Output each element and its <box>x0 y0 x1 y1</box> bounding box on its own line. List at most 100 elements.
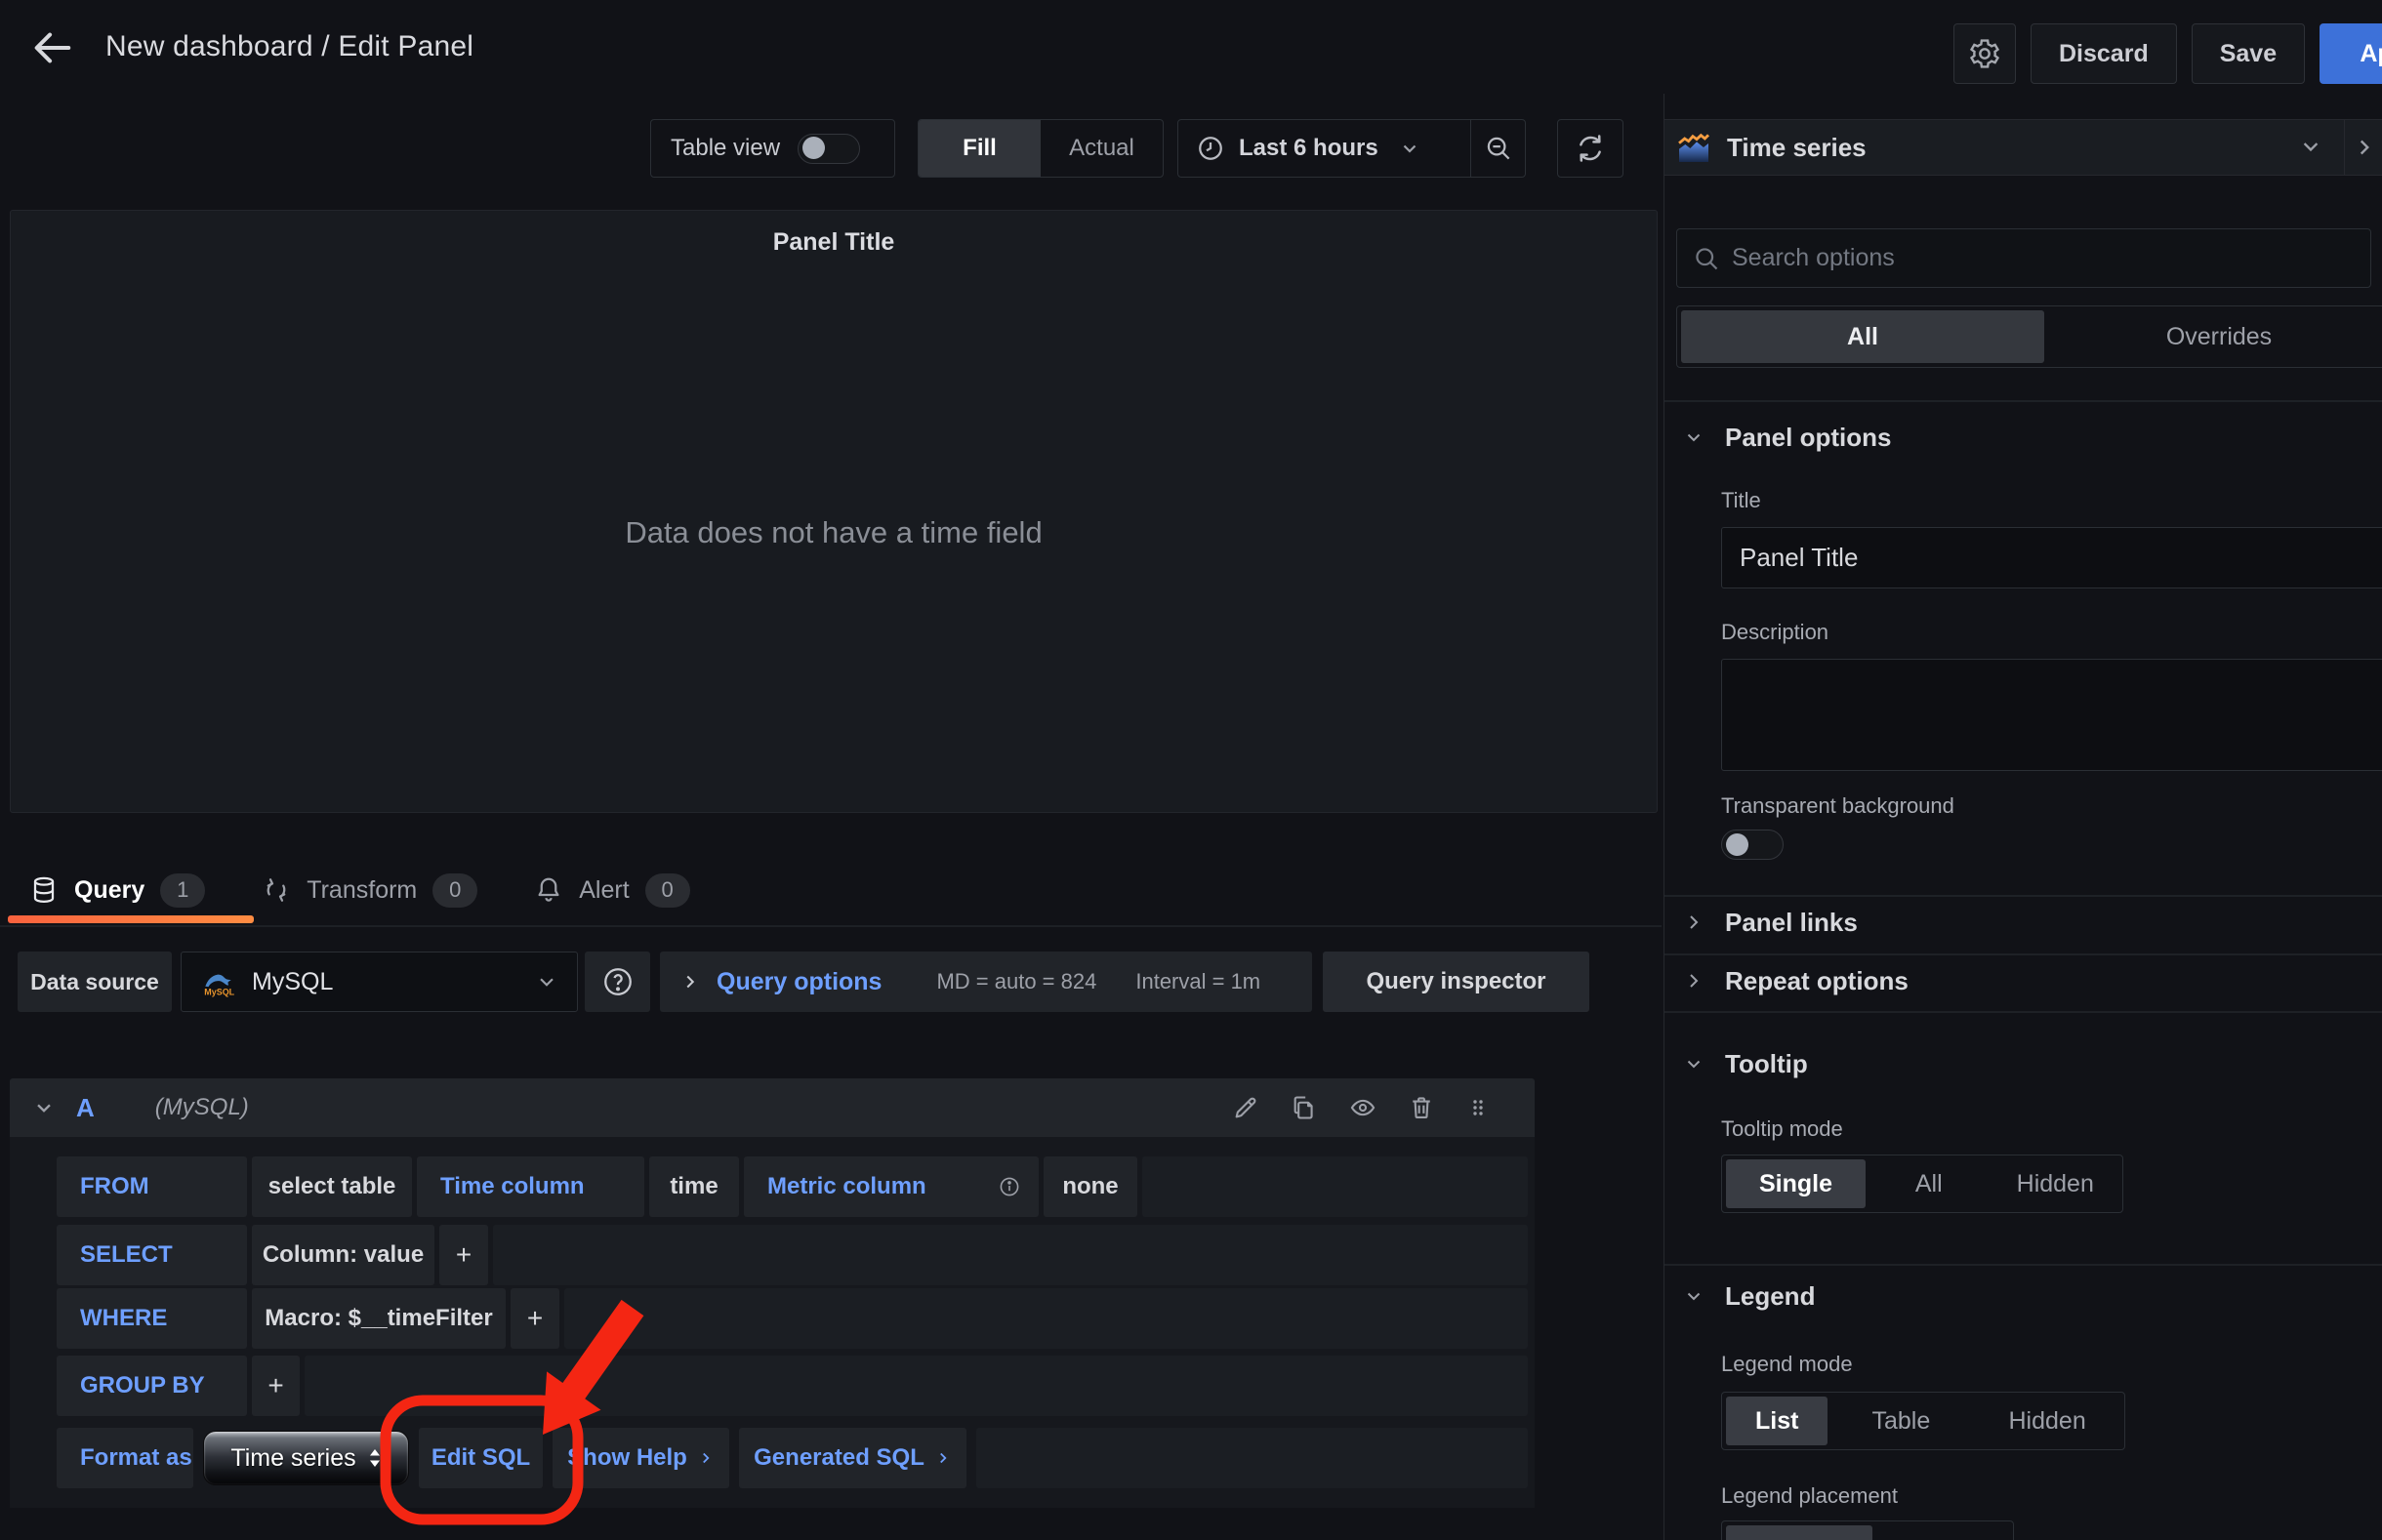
section-panel-links[interactable]: Panel links <box>1664 901 2382 944</box>
row-filler <box>1142 1156 1528 1217</box>
sql-groupby-row: GROUP BY + <box>57 1356 1528 1416</box>
from-keyword: FROM <box>57 1156 247 1217</box>
time-column-label-segment[interactable]: Time column <box>417 1156 644 1217</box>
back-arrow-icon <box>29 25 74 70</box>
drag-handle-icon[interactable] <box>1466 1094 1490 1121</box>
legend-mode-table[interactable]: Table <box>1828 1397 1974 1445</box>
search-options-input[interactable] <box>1732 244 2355 272</box>
datasource-label: Data source <box>18 952 172 1012</box>
title-field-label: Title <box>1721 488 1761 513</box>
tab-query[interactable]: Query 1 <box>29 873 205 908</box>
where-macro-segment[interactable]: Macro: $__timeFilter <box>252 1288 506 1349</box>
metric-column-label-segment[interactable]: Metric column <box>744 1156 1039 1217</box>
time-range-control: Last 6 hours <box>1177 119 1526 178</box>
table-view-label: Table view <box>671 135 780 162</box>
info-icon <box>998 1175 1021 1198</box>
tooltip-mode-single[interactable]: Single <box>1726 1159 1866 1208</box>
trash-icon[interactable] <box>1408 1094 1435 1121</box>
interval-text: Interval = 1m <box>1135 969 1260 994</box>
select-column-segment[interactable]: Column: value <box>252 1225 434 1285</box>
zoom-out-time-button[interactable] <box>1470 120 1525 177</box>
panel-description-textarea[interactable] <box>1721 659 2382 771</box>
section-repeat-options[interactable]: Repeat options <box>1664 959 2382 1002</box>
tab-overrides[interactable]: Overrides <box>2044 310 2382 363</box>
legend-placement-label: Legend placement <box>1721 1483 1898 1509</box>
sql-select-row: SELECT Column: value + <box>57 1225 1528 1285</box>
format-as-label: Format as <box>57 1428 193 1488</box>
chevron-down-icon <box>1682 426 1705 449</box>
clock-icon <box>1196 134 1225 163</box>
tooltip-mode-label: Tooltip mode <box>1721 1116 1843 1142</box>
tab-alert[interactable]: Alert 0 <box>534 873 689 908</box>
chevron-right-icon <box>1682 911 1705 934</box>
select-arrows-icon <box>368 1446 382 1470</box>
refresh-button[interactable] <box>1557 119 1623 178</box>
time-column-value-segment[interactable]: time <box>649 1156 739 1217</box>
tab-alert-count: 0 <box>645 873 690 908</box>
discard-button[interactable]: Discard <box>2031 23 2177 84</box>
edit-icon[interactable] <box>1232 1094 1259 1121</box>
transparent-background-label: Transparent background <box>1721 793 1954 819</box>
save-button[interactable]: Save <box>2192 23 2305 84</box>
visualization-picker[interactable]: Time series <box>1664 119 2382 176</box>
table-view-toggle[interactable] <box>798 134 860 164</box>
search-options-box <box>1676 228 2371 288</box>
tabs-separator <box>0 925 1662 927</box>
tab-all-options[interactable]: All <box>1681 310 2044 363</box>
legend-placement-selected[interactable] <box>1726 1525 1872 1540</box>
eye-icon[interactable] <box>1349 1094 1376 1121</box>
tab-transform-label: Transform <box>307 876 417 905</box>
tab-alert-label: Alert <box>579 876 629 905</box>
format-as-select[interactable]: Time series <box>203 1431 409 1485</box>
time-range-picker[interactable]: Last 6 hours <box>1178 120 1470 177</box>
legend-mode-hidden[interactable]: Hidden <box>1974 1397 2120 1445</box>
panel-settings-button[interactable] <box>1953 23 2016 84</box>
metric-column-value-segment[interactable]: none <box>1044 1156 1137 1217</box>
chevron-down-icon <box>1682 1284 1705 1308</box>
fill-option[interactable]: Fill <box>919 120 1041 177</box>
datasource-picker[interactable]: MySQL MySQL <box>181 952 578 1012</box>
section-header: Panel options <box>1725 423 1891 453</box>
transform-icon <box>262 875 291 905</box>
chevron-down-icon <box>1398 137 1421 160</box>
query-refid: A <box>76 1093 95 1123</box>
sql-format-row: Format as Time series Edit SQL Show Help… <box>57 1428 1528 1488</box>
show-help-button[interactable]: Show Help <box>553 1428 729 1488</box>
max-data-points-text: MD = auto = 824 <box>936 969 1096 994</box>
datasource-value: MySQL <box>252 968 333 996</box>
query-inspector-button[interactable]: Query inspector <box>1323 952 1589 1012</box>
panel-preview: Panel Title Data does not have a time fi… <box>10 210 1658 813</box>
from-table-segment[interactable]: select table <box>252 1156 412 1217</box>
section-legend[interactable]: Legend <box>1664 1275 2382 1317</box>
datasource-help-button[interactable] <box>585 952 650 1012</box>
actual-option[interactable]: Actual <box>1041 120 1163 177</box>
row-filler <box>305 1356 1528 1416</box>
apply-button[interactable]: Apply <box>2320 23 2382 84</box>
panel-title-input[interactable] <box>1721 527 2382 588</box>
legend-placement-other[interactable] <box>1872 1525 2009 1540</box>
tab-transform[interactable]: Transform 0 <box>262 873 477 908</box>
copy-icon[interactable] <box>1291 1094 1318 1121</box>
generated-sql-button[interactable]: Generated SQL <box>739 1428 966 1488</box>
where-add-button[interactable]: + <box>511 1288 559 1349</box>
zoom-out-icon <box>1484 134 1513 163</box>
section-tooltip[interactable]: Tooltip <box>1664 1042 2382 1085</box>
tooltip-mode-hidden[interactable]: Hidden <box>1992 1159 2119 1208</box>
edit-sql-button[interactable]: Edit SQL <box>419 1428 543 1488</box>
where-keyword: WHERE <box>57 1288 247 1349</box>
query-options-row[interactable]: Query options MD = auto = 824 Interval =… <box>660 952 1312 1012</box>
chevron-down-icon <box>1682 1052 1705 1075</box>
tab-query-label: Query <box>74 876 144 905</box>
legend-mode-list[interactable]: List <box>1726 1397 1828 1445</box>
tooltip-mode-all[interactable]: All <box>1866 1159 1992 1208</box>
select-add-button[interactable]: + <box>439 1225 488 1285</box>
active-tab-underline <box>8 915 254 923</box>
chevron-right-icon <box>1682 969 1705 993</box>
groupby-add-button[interactable]: + <box>252 1356 300 1416</box>
collapse-pane-button[interactable] <box>2344 119 2382 176</box>
query-row-header[interactable]: A (MySQL) <box>10 1078 1535 1137</box>
transparent-background-toggle[interactable] <box>1721 830 1784 860</box>
section-panel-options[interactable]: Panel options <box>1664 416 2382 459</box>
back-button[interactable] <box>29 25 80 70</box>
row-filler <box>976 1428 1528 1488</box>
